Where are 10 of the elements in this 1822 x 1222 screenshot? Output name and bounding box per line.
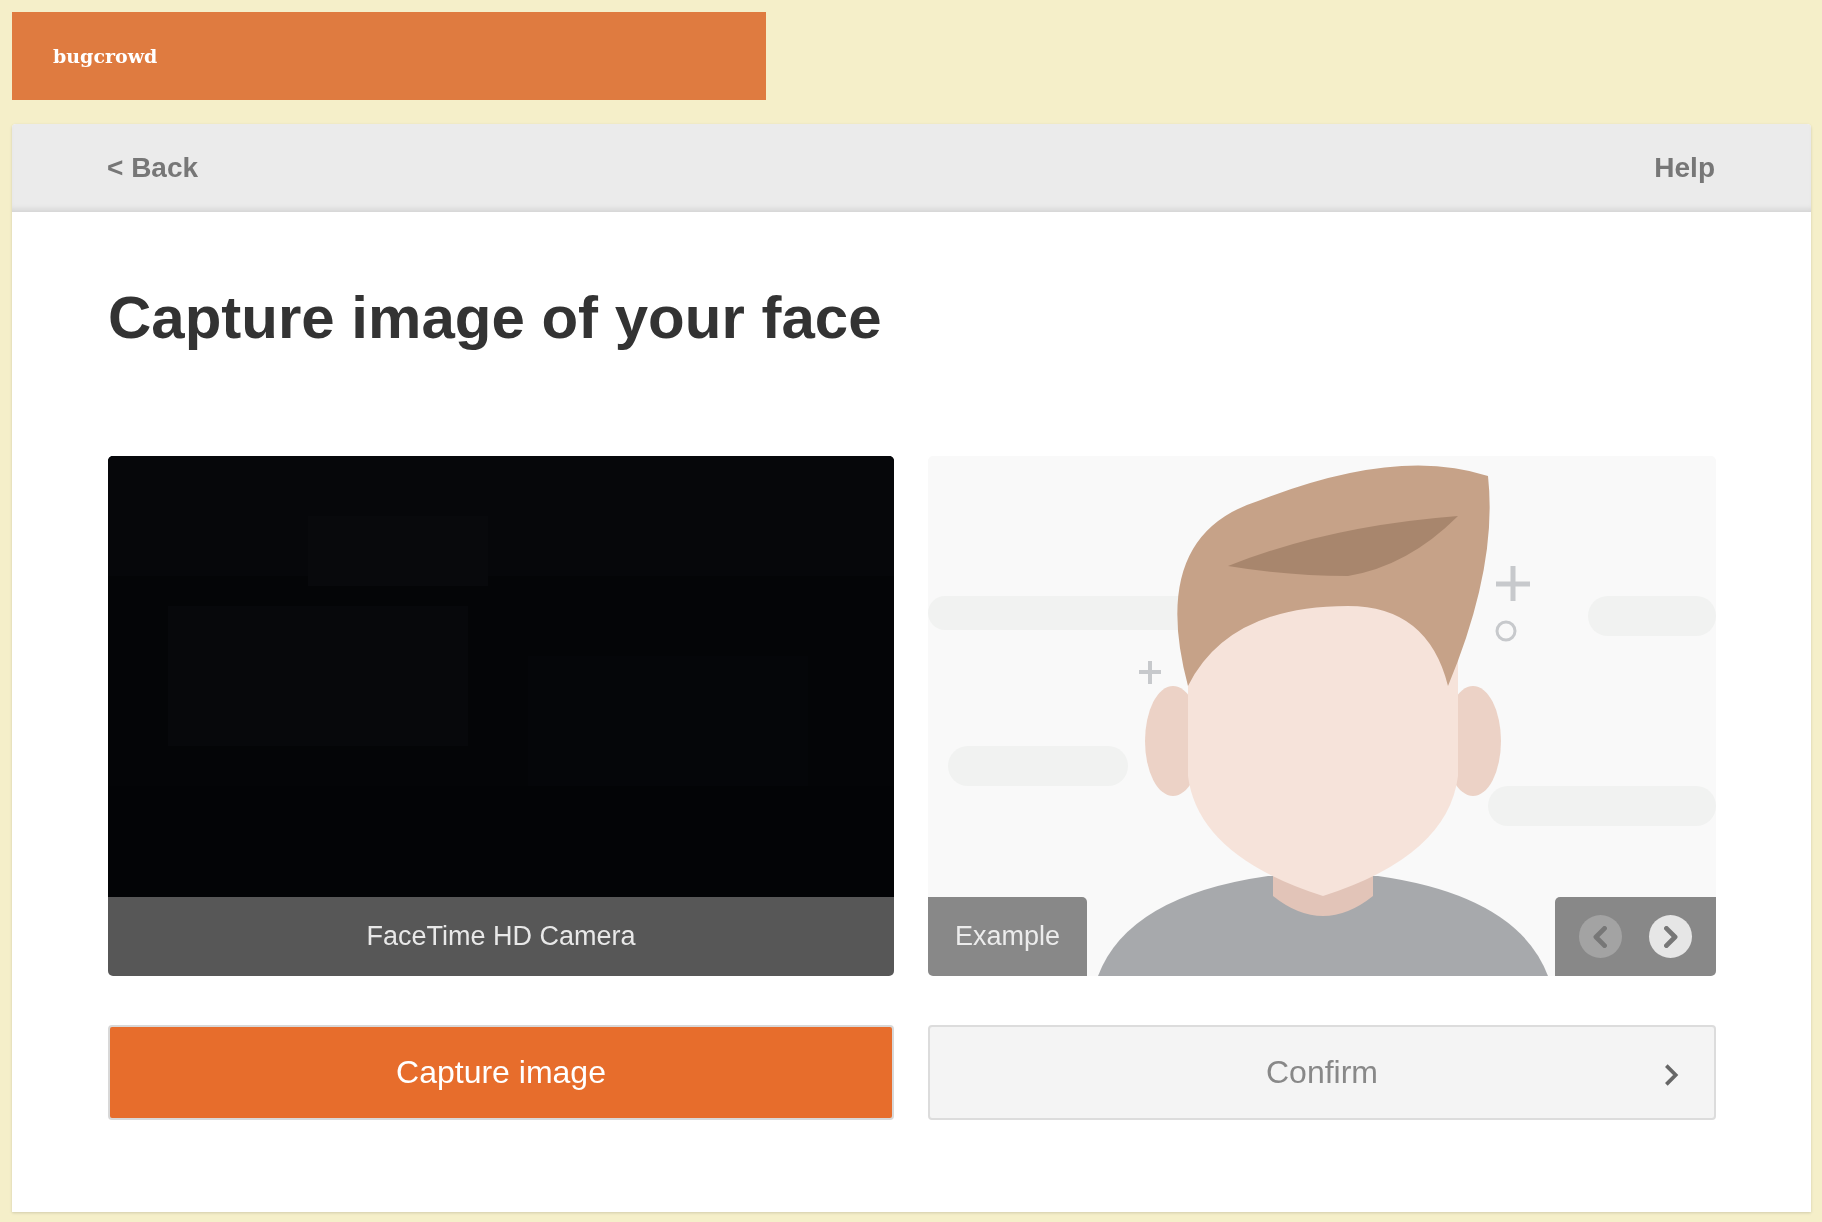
back-link[interactable]: < Back bbox=[107, 152, 199, 184]
capture-button[interactable]: Capture image bbox=[108, 1025, 894, 1120]
chevron-left-icon bbox=[1593, 925, 1608, 948]
next-button[interactable] bbox=[1649, 915, 1693, 958]
camera-caption: FaceTime HD Camera bbox=[108, 897, 894, 976]
chevron-right-icon bbox=[1663, 925, 1678, 948]
example-label: Example bbox=[928, 897, 1087, 976]
logo[interactable]: bugcrowd bbox=[53, 45, 158, 67]
page-title: Capture image of your face bbox=[108, 283, 883, 353]
help-link[interactable]: Help bbox=[1654, 152, 1715, 184]
